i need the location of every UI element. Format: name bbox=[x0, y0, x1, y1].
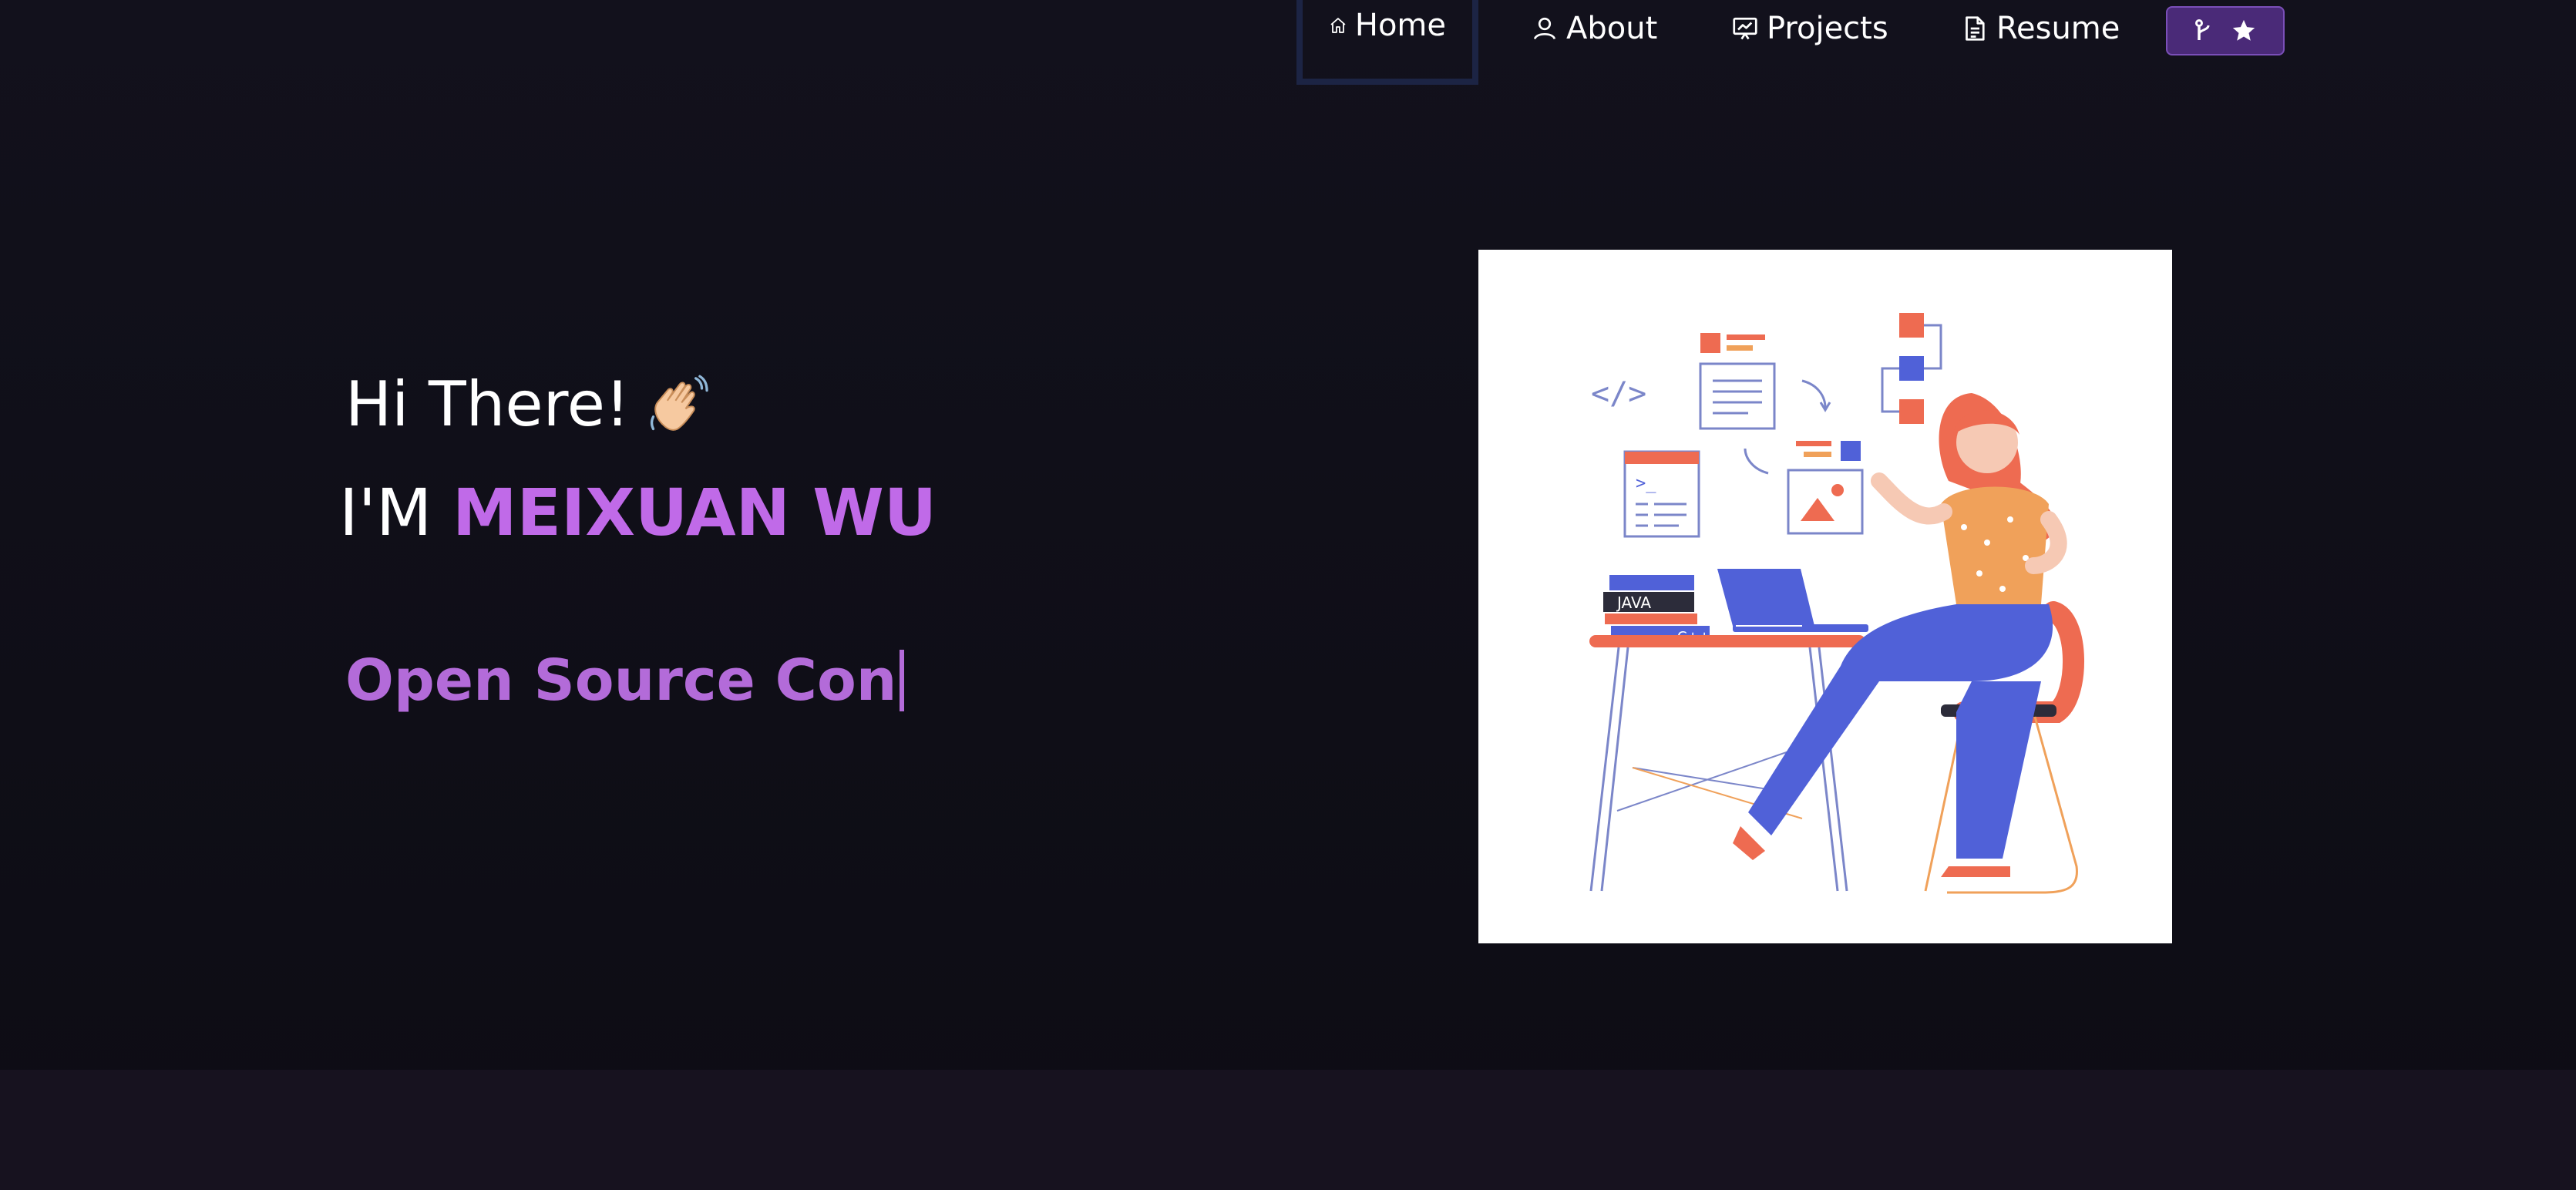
nav-about[interactable]: About bbox=[1531, 0, 1657, 85]
code-tag-decoration: </> bbox=[1591, 376, 1646, 412]
typewriter-role: Open Source Con bbox=[345, 647, 905, 714]
hero-illustration: </> >_ JAVA C++ bbox=[1478, 250, 2172, 943]
typing-cursor bbox=[900, 650, 905, 711]
user-icon bbox=[1533, 17, 1556, 40]
nav-about-label: About bbox=[1566, 11, 1658, 46]
star-icon bbox=[2232, 19, 2255, 41]
nav-home-label: Home bbox=[1354, 8, 1446, 43]
git-fork-icon bbox=[2195, 19, 2210, 40]
nav-home[interactable]: Home bbox=[1296, 0, 1478, 85]
document-icon bbox=[1966, 16, 1985, 41]
waving-hand-icon bbox=[650, 375, 708, 431]
typewriter-text: Open Source Con bbox=[345, 647, 897, 714]
hero-intro: I'M MEIXUAN WU bbox=[339, 475, 937, 550]
nav-projects[interactable]: Projects bbox=[1731, 0, 1888, 85]
intro-name: MEIXUAN WU bbox=[452, 475, 937, 550]
nav-projects-label: Projects bbox=[1767, 11, 1888, 46]
hero-greeting: Hi There! bbox=[345, 368, 710, 440]
home-icon bbox=[1330, 18, 1346, 33]
footer-section bbox=[0, 1070, 2576, 1190]
github-fork-star-button[interactable] bbox=[2166, 6, 2285, 55]
nav-resume[interactable]: Resume bbox=[1961, 0, 2120, 85]
presentation-icon bbox=[1733, 17, 1757, 40]
greeting-text: Hi There! bbox=[345, 368, 631, 440]
developer-illustration: </> >_ JAVA C++ bbox=[1589, 313, 2084, 894]
book-java-label: JAVA bbox=[1616, 593, 1651, 612]
intro-prefix: I'M bbox=[339, 475, 432, 550]
terminal-prompt-decoration: >_ bbox=[1636, 474, 1656, 493]
nav-resume-label: Resume bbox=[1996, 11, 2120, 46]
